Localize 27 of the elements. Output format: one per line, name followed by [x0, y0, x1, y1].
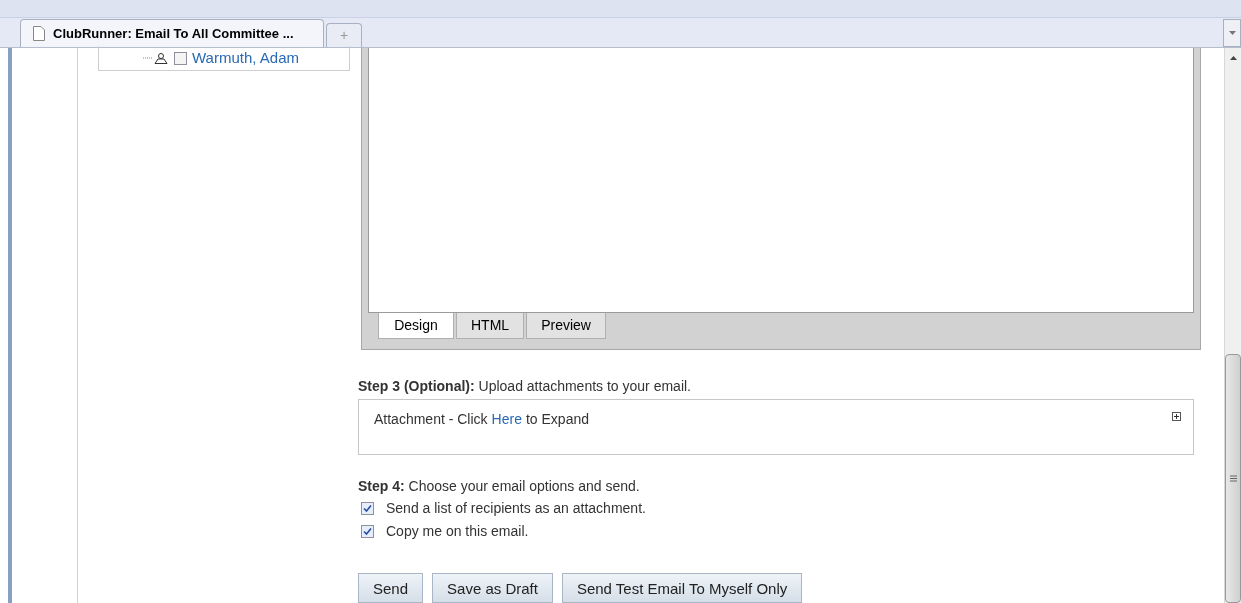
page-icon [33, 26, 45, 41]
expand-link[interactable]: Here [491, 408, 522, 430]
person-icon [143, 52, 169, 64]
member-link[interactable]: Warmuth, Adam [192, 46, 299, 70]
step-4-heading: Step 4: Choose your email options and send. [358, 477, 641, 497]
option-label: Send a list of recipients as an attachment. [386, 499, 646, 519]
attachment-label: to Expand [525, 409, 589, 429]
scrollbar[interactable] [1224, 48, 1241, 603]
browser-tab[interactable]: ClubRunner: Email To All Committee ... [20, 19, 324, 47]
action-button[interactable]: Send [358, 573, 424, 603]
checkbox[interactable] [361, 525, 374, 539]
scrollbar-thumb[interactable] [1225, 354, 1241, 603]
caret-icon [1228, 31, 1236, 35]
checkbox[interactable] [174, 51, 187, 65]
editor-tab[interactable]: Preview [526, 313, 606, 339]
grip-icon [1229, 475, 1237, 482]
tab-list-button[interactable] [1223, 19, 1241, 47]
checkbox[interactable] [361, 502, 374, 516]
expand-icon[interactable] [1172, 411, 1181, 421]
action-button[interactable]: Send Test Email To Myself Only [561, 573, 803, 603]
step-3-heading: Step 3 (Optional): Upload attachments to your email. [358, 376, 692, 396]
attachment-label: Attachment - Click [374, 409, 488, 429]
editor-tab[interactable]: HTML [456, 313, 525, 339]
editor-tab[interactable]: Design [378, 313, 454, 339]
scroll-up-icon[interactable] [1229, 56, 1237, 60]
action-button[interactable]: Save as Draft [432, 573, 553, 603]
option-label: Copy me on this email. [386, 522, 529, 542]
